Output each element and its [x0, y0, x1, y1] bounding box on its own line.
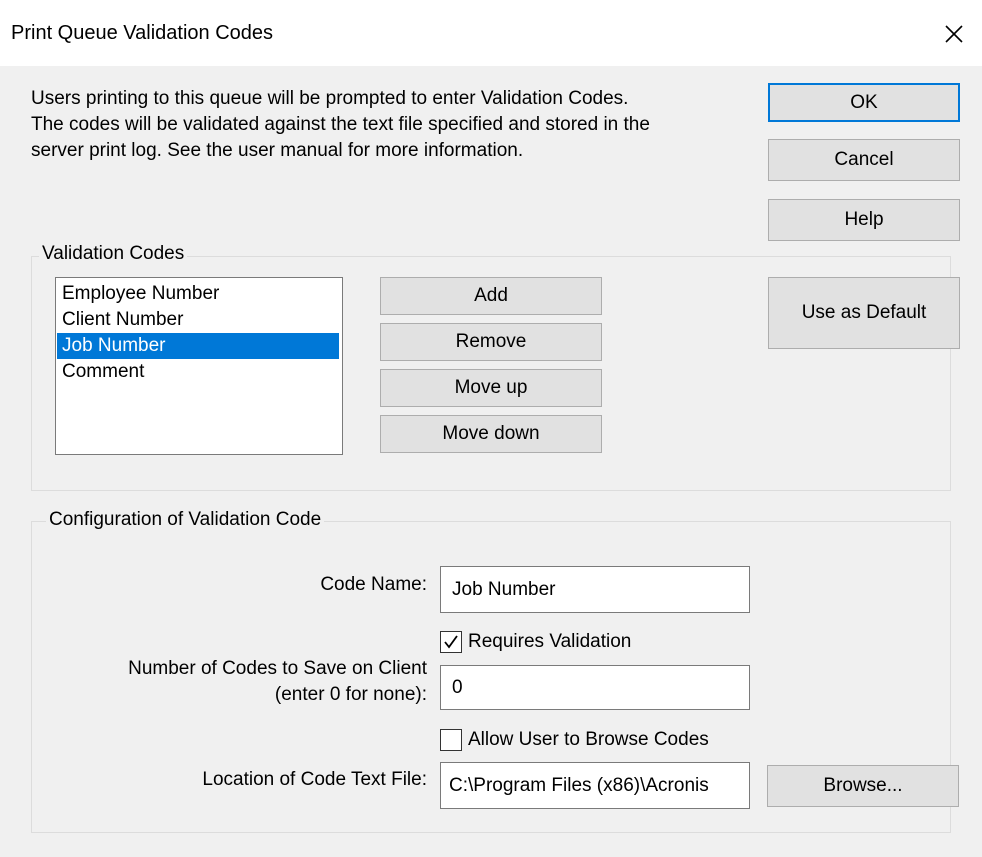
list-item[interactable]: Client Number — [57, 307, 339, 333]
move-up-button[interactable]: Move up — [380, 369, 602, 407]
allow-browse-label: Allow User to Browse Codes — [468, 729, 709, 750]
num-codes-label-line1: Number of Codes to Save on Client — [128, 658, 427, 679]
cancel-button[interactable]: Cancel — [768, 139, 960, 181]
add-button[interactable]: Add — [380, 277, 602, 315]
window-title: Print Queue Validation Codes — [11, 22, 274, 44]
list-item[interactable]: Employee Number — [57, 281, 339, 307]
move-down-button[interactable]: Move down — [380, 415, 602, 453]
list-item-selected[interactable]: Job Number — [57, 333, 339, 359]
requires-validation-checkbox[interactable]: Requires Validation — [440, 631, 631, 653]
dialog-window: Print Queue Validation Codes Users print… — [0, 0, 982, 857]
allow-browse-checkbox[interactable]: Allow User to Browse Codes — [440, 729, 709, 751]
close-button[interactable] — [936, 16, 972, 52]
close-icon — [945, 25, 963, 43]
code-name-field[interactable]: Job Number — [440, 566, 750, 613]
intro-line-2: The codes will be validated against the … — [31, 114, 650, 135]
title-bar: Print Queue Validation Codes — [0, 0, 982, 66]
location-field[interactable]: C:\Program Files (x86)\Acronis — [440, 762, 750, 809]
list-item[interactable]: Comment — [57, 359, 339, 385]
browse-button[interactable]: Browse... — [767, 765, 959, 807]
requires-validation-label: Requires Validation — [468, 631, 632, 652]
location-label: Location of Code Text File: — [202, 769, 427, 790]
num-codes-label-line2: (enter 0 for none): — [274, 684, 427, 705]
num-codes-field[interactable]: 0 — [440, 665, 750, 710]
ok-button[interactable]: OK — [768, 83, 960, 122]
intro-line-1: Users printing to this queue will be pro… — [31, 88, 629, 109]
intro-line-3: server print log. See the user manual fo… — [31, 140, 524, 161]
configuration-group-label: Configuration of Validation Code — [46, 509, 325, 531]
checkbox-checked-icon — [440, 631, 462, 653]
help-button[interactable]: Help — [768, 199, 960, 241]
use-as-default-button[interactable]: Use as Default — [768, 277, 960, 349]
validation-codes-group-label: Validation Codes — [39, 243, 188, 265]
code-name-label: Code Name: — [320, 574, 427, 595]
intro-text: Users printing to this queue will be pro… — [31, 86, 751, 164]
remove-button[interactable]: Remove — [380, 323, 602, 361]
validation-codes-list[interactable]: Employee Number Client Number Job Number… — [55, 277, 343, 455]
checkbox-unchecked-icon — [440, 729, 462, 751]
